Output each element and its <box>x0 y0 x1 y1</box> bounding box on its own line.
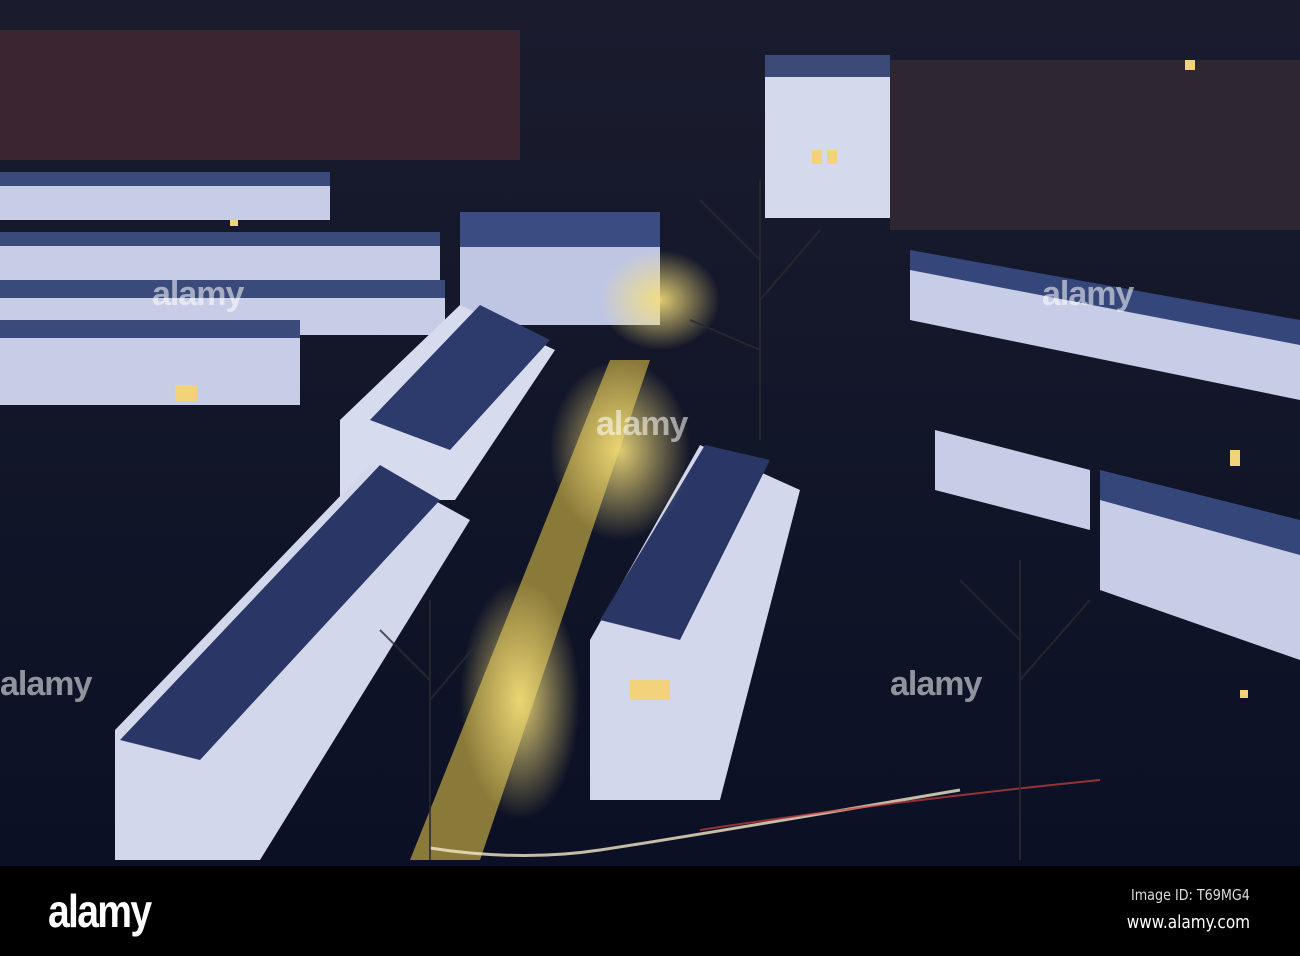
watermark: alamy <box>890 665 982 703</box>
alamy-logo: alamy <box>48 885 152 937</box>
footer-bar: alamy Image ID: T69MG4 www.alamy.com <box>0 866 1300 956</box>
watermark: alamy <box>152 275 244 313</box>
watermark: alamy <box>1042 275 1134 313</box>
watermark: alamy <box>0 665 92 703</box>
website-link: www.alamy.com <box>1126 912 1250 933</box>
image-id: Image ID: T69MG4 <box>1131 886 1250 904</box>
tower-building <box>765 55 890 218</box>
watermark: alamy <box>596 405 688 443</box>
